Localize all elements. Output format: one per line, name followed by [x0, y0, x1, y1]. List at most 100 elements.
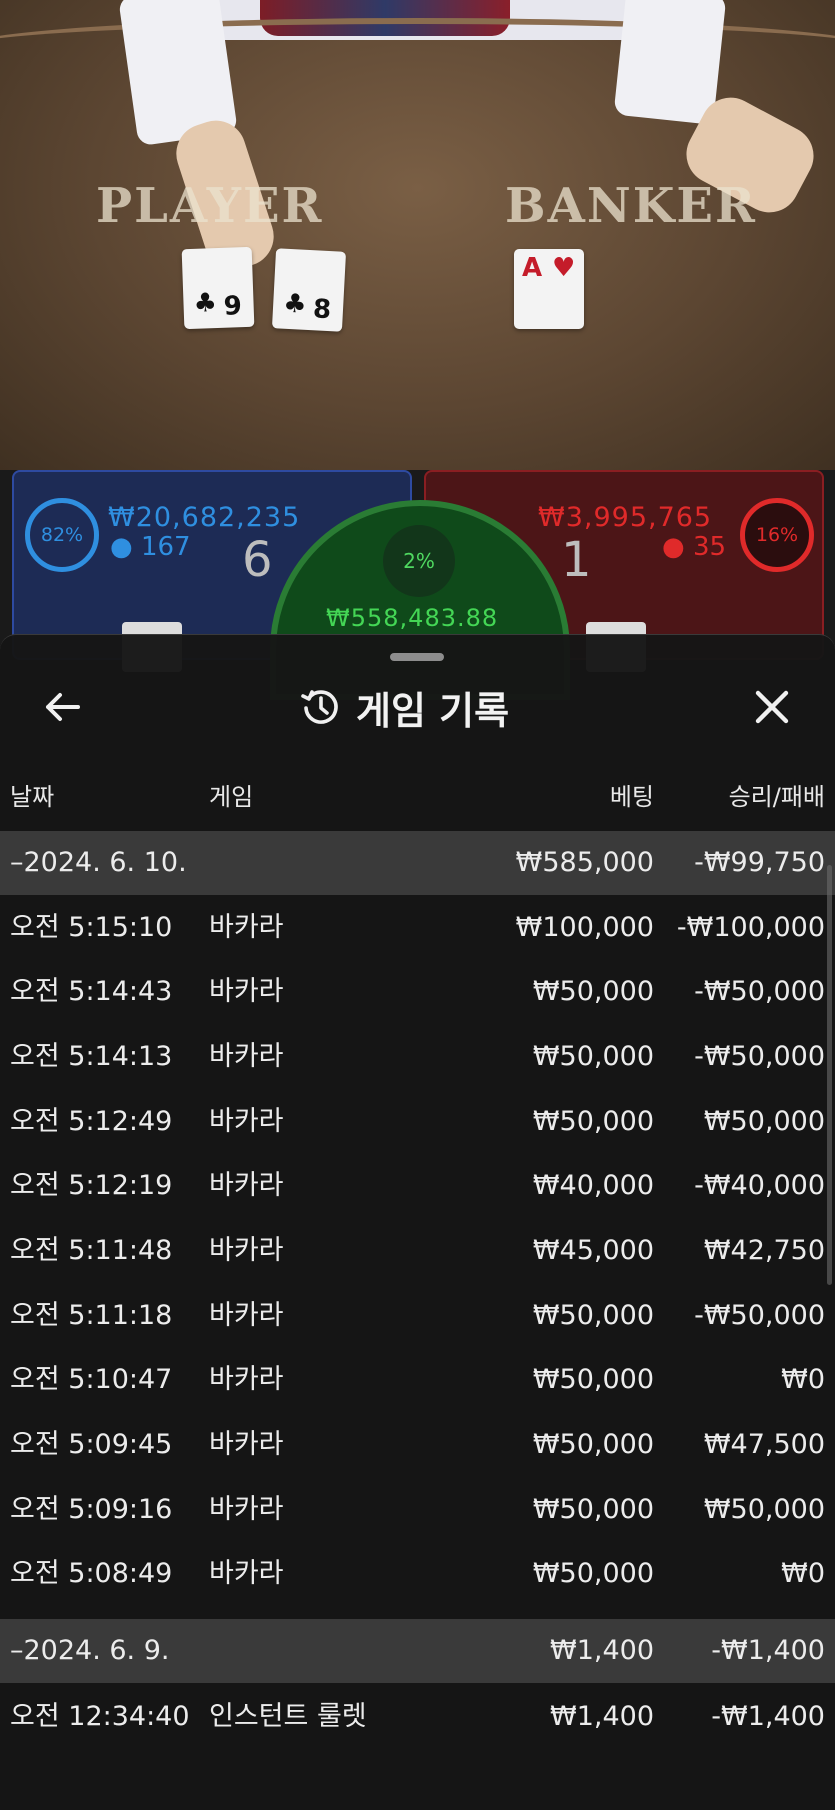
row-time: 오전 12:34:40	[10, 1701, 190, 1732]
row-time: 오전 5:14:43	[10, 976, 173, 1007]
column-header-date: 날짜	[10, 783, 55, 811]
card-suit: ♣	[282, 288, 308, 320]
row-bet: ₩45,000	[532, 1235, 654, 1266]
group-bet-total: ₩1,400	[550, 1635, 654, 1666]
player-bet-amount: ₩20,682,235	[108, 502, 301, 533]
row-bet: ₩50,000	[532, 1494, 654, 1525]
row-game: 바카라	[209, 1170, 284, 1201]
row-bet: ₩1,400	[550, 1701, 654, 1732]
group-result-total: -₩99,750	[694, 847, 825, 878]
sheet-title-text: 게임 기록	[356, 688, 510, 733]
history-row[interactable]: 오전 5:12:19 바카라 ₩40,000 -₩40,000	[0, 1154, 835, 1218]
history-row[interactable]: 오전 5:12:49 바카라 ₩50,000 ₩50,000	[0, 1090, 835, 1154]
row-bet: ₩50,000	[532, 1558, 654, 1589]
row-game: 바카라	[209, 1429, 284, 1460]
row-result: ₩0	[781, 1558, 825, 1589]
sheet-title: 게임 기록	[300, 681, 509, 733]
column-header-result: 승리/패배	[728, 783, 825, 811]
card-suit: ♣	[193, 288, 218, 319]
row-result: -₩1,400	[711, 1701, 825, 1732]
banker-bet-amount: ₩3,995,765	[538, 502, 713, 533]
history-row[interactable]: 오전 5:09:16 바카라 ₩50,000 ₩50,000	[0, 1478, 835, 1542]
player-bettor-count-value: 167	[140, 532, 191, 562]
row-game: 바카라	[209, 912, 284, 943]
row-result: ₩50,000	[703, 1494, 825, 1525]
row-time: 오전 5:15:10	[10, 912, 173, 943]
drag-handle[interactable]	[390, 653, 444, 661]
row-result: -₩100,000	[676, 912, 825, 943]
card-rank: 8	[312, 294, 332, 326]
history-row[interactable]: 오전 5:11:18 바카라 ₩50,000 -₩50,000	[0, 1284, 835, 1348]
banker-card-1: A ♥	[514, 249, 584, 329]
row-result: ₩50,000	[703, 1106, 825, 1137]
row-result: ₩42,750	[703, 1235, 825, 1266]
row-time: 오전 5:12:19	[10, 1170, 173, 1201]
row-time: 오전 5:11:48	[10, 1235, 173, 1266]
row-bet: ₩50,000	[532, 976, 654, 1007]
scrollbar[interactable]	[827, 865, 832, 1285]
group-bet-total: ₩585,000	[515, 847, 654, 878]
row-result: -₩50,000	[694, 976, 825, 1007]
person-icon: ●	[662, 532, 685, 562]
history-row[interactable]: 오전 5:14:43 바카라 ₩50,000 -₩50,000	[0, 960, 835, 1024]
row-bet: ₩50,000	[532, 1300, 654, 1331]
group-result-total: -₩1,400	[711, 1635, 825, 1666]
history-row[interactable]: 오전 5:08:49 바카라 ₩50,000 ₩0	[0, 1542, 835, 1606]
close-button[interactable]	[746, 681, 798, 733]
row-game: 바카라	[209, 976, 284, 1007]
player-bettor-count: ● 167	[110, 532, 191, 562]
banker-percent-ring: 16%	[740, 498, 814, 572]
card-rank: A	[522, 253, 543, 283]
live-video: PLAYER BANKER ♣ 9 ♣ 8 A ♥	[0, 0, 835, 470]
history-row[interactable]: 오전 12:34:40 인스턴트 룰렛 ₩1,400 -₩1,400	[0, 1685, 835, 1749]
row-game: 바카라	[209, 1558, 284, 1589]
row-game: 바카라	[209, 1041, 284, 1072]
history-icon	[301, 690, 338, 724]
row-game: 바카라	[209, 1364, 284, 1395]
row-game: 바카라	[209, 1106, 284, 1137]
history-row[interactable]: 오전 5:09:45 바카라 ₩50,000 ₩47,500	[0, 1413, 835, 1477]
row-game: 바카라	[209, 1494, 284, 1525]
tie-bet-amount: ₩558,483.88	[326, 604, 499, 632]
row-result: ₩47,500	[703, 1429, 825, 1460]
card-rank: 9	[223, 291, 243, 322]
row-time: 오전 5:08:49	[10, 1558, 173, 1589]
row-result: -₩40,000	[694, 1170, 825, 1201]
group-date: –2024. 6. 10.	[10, 847, 187, 878]
person-icon: ●	[110, 532, 133, 562]
banker-score: 1	[561, 532, 592, 588]
row-time: 오전 5:10:47	[10, 1364, 173, 1395]
row-time: 오전 5:12:49	[10, 1106, 173, 1137]
row-bet: ₩40,000	[532, 1170, 654, 1201]
row-time: 오전 5:09:16	[10, 1494, 173, 1525]
tie-percent: 2%	[383, 525, 455, 597]
player-card-1: ♣ 9	[181, 246, 255, 330]
row-result: -₩50,000	[694, 1300, 825, 1331]
history-row[interactable]: 오전 5:11:48 바카라 ₩45,000 ₩42,750	[0, 1219, 835, 1283]
row-time: 오전 5:14:13	[10, 1041, 173, 1072]
player-percent-ring: 82%	[25, 498, 99, 572]
row-bet: ₩50,000	[532, 1041, 654, 1072]
row-game: 바카라	[209, 1300, 284, 1331]
history-row[interactable]: 오전 5:14:13 바카라 ₩50,000 -₩50,000	[0, 1025, 835, 1089]
row-bet: ₩50,000	[532, 1429, 654, 1460]
banker-table-label: BANKER	[505, 178, 757, 234]
row-result: -₩50,000	[694, 1041, 825, 1072]
column-header-game: 게임	[209, 783, 254, 811]
banker-bettor-count: ● 35	[662, 532, 726, 562]
back-button[interactable]	[36, 681, 88, 733]
row-time: 오전 5:09:45	[10, 1429, 173, 1460]
group-date: –2024. 6. 9.	[10, 1635, 170, 1666]
close-icon	[755, 690, 789, 724]
player-table-label: PLAYER	[96, 178, 324, 234]
history-row[interactable]: 오전 5:15:10 바카라 ₩100,000 -₩100,000	[0, 896, 835, 960]
history-row[interactable]: 오전 5:10:47 바카라 ₩50,000 ₩0	[0, 1348, 835, 1412]
column-header-bet: 베팅	[609, 783, 654, 811]
player-score: 6	[242, 532, 273, 588]
player-card-2: ♣ 8	[271, 248, 347, 332]
row-game: 인스턴트 룰렛	[209, 1701, 367, 1732]
row-time: 오전 5:11:18	[10, 1300, 173, 1331]
date-group-row[interactable]: –2024. 6. 10. ₩585,000 -₩99,750	[0, 831, 835, 895]
card-suit: ♥	[552, 253, 576, 283]
date-group-row[interactable]: –2024. 6. 9. ₩1,400 -₩1,400	[0, 1619, 835, 1683]
